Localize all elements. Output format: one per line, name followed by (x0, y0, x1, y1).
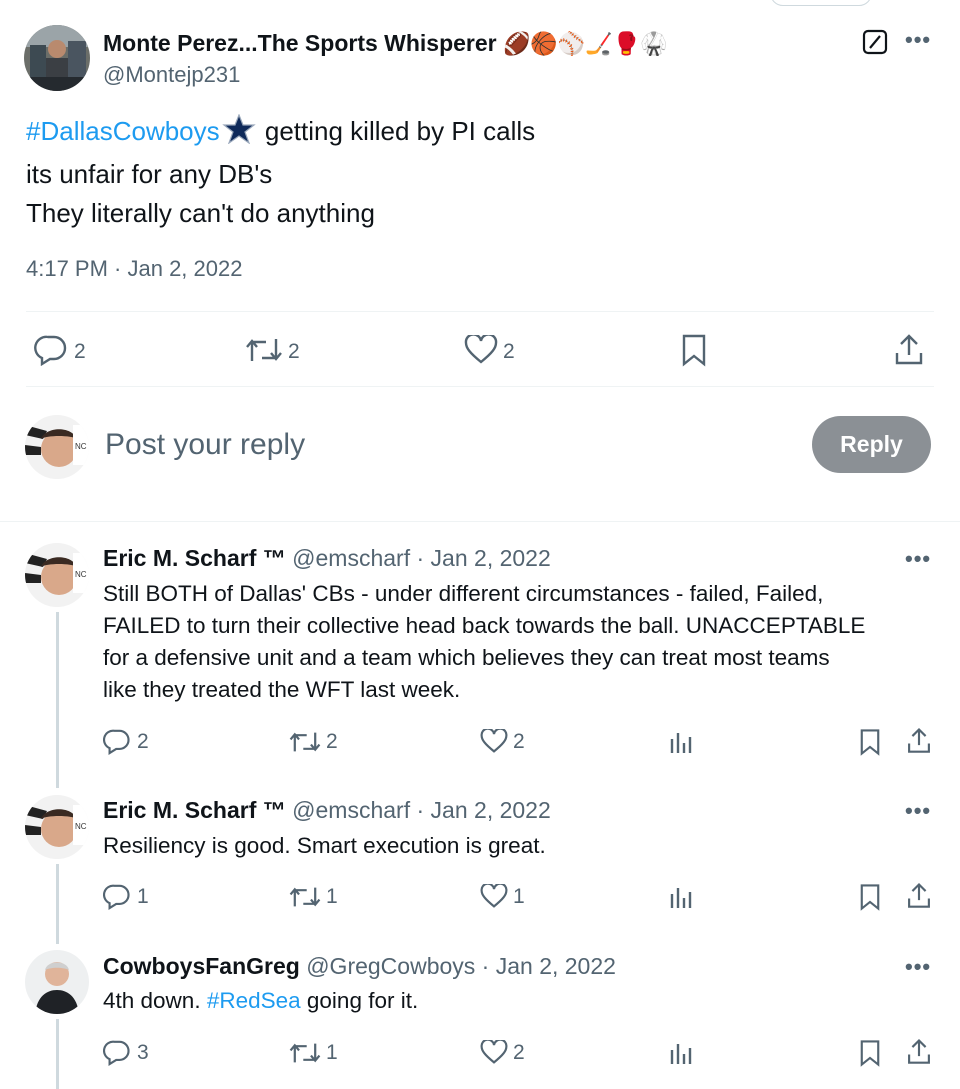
reply-text-line: for a defensive unit and a team which be… (103, 645, 830, 670)
divider (26, 311, 934, 312)
reply-button[interactable]: Reply (812, 416, 931, 473)
speech-bubble-icon[interactable] (103, 728, 131, 755)
more-dots-icon[interactable]: ••• (905, 546, 931, 572)
reply-text-line: FAILED to turn their collective head bac… (103, 613, 866, 638)
section-divider (0, 521, 960, 522)
top-partial-button[interactable] (770, 0, 872, 6)
speech-bubble-icon[interactable] (103, 1039, 131, 1066)
like-count: 2 (513, 1041, 525, 1064)
bar-chart-icon[interactable] (669, 1040, 693, 1066)
speech-bubble-icon[interactable] (34, 334, 68, 366)
share-upload-icon[interactable] (894, 333, 924, 367)
reply-author-name[interactable]: CowboysFanGreg (103, 953, 300, 979)
reply-text-line: Still BOTH of Dallas' CBs - under differ… (103, 581, 824, 606)
author-name[interactable]: Monte Perez...The Sports Whisperer (103, 30, 497, 56)
reply-author-name[interactable]: Eric M. Scharf ™ (103, 545, 286, 571)
star-icon (221, 113, 256, 155)
tweet-timestamp[interactable]: 4:17 PM · Jan 2, 2022 (26, 256, 242, 282)
more-dots-icon[interactable]: ••• (905, 798, 931, 824)
like-count: 2 (513, 730, 525, 753)
author-avatar[interactable] (24, 25, 90, 91)
reply-avatar[interactable]: NC (25, 543, 89, 607)
author-emojis: 🏈🏀⚾🏒🥊🥋 (503, 31, 668, 56)
reply-date[interactable]: · Jan 2, 2022 (417, 797, 551, 823)
hashtag-link[interactable]: #DallasCowboys (26, 116, 220, 146)
repost-count: 2 (288, 340, 300, 363)
more-dots-icon[interactable]: ••• (905, 954, 931, 980)
like-count: 1 (513, 885, 525, 908)
bar-chart-icon[interactable] (669, 884, 693, 910)
tweet-line-2: its unfair for any DB's (26, 159, 273, 189)
reply-count: 2 (137, 730, 149, 753)
reply-date[interactable]: · Jan 2, 2022 (417, 545, 551, 571)
reply-author-handle[interactable]: @emscharf (292, 797, 410, 823)
share-upload-icon[interactable] (906, 1038, 932, 1066)
repost-arrows-icon[interactable] (244, 335, 284, 365)
reply-author-handle[interactable]: @emscharf (292, 545, 410, 571)
svg-text:NC: NC (75, 442, 87, 451)
heart-icon[interactable] (480, 1040, 508, 1065)
heart-icon[interactable] (480, 729, 508, 754)
divider (26, 386, 934, 387)
tweet-line-1: getting killed by PI calls (257, 116, 536, 146)
reply-date[interactable]: · Jan 2, 2022 (482, 953, 616, 979)
reply-avatar[interactable] (25, 950, 89, 1014)
svg-text:NC: NC (75, 822, 87, 831)
grok-icon[interactable] (862, 29, 888, 55)
reply-count: 2 (74, 340, 86, 363)
thread-line (56, 1019, 59, 1089)
speech-bubble-icon[interactable] (103, 883, 131, 910)
share-upload-icon[interactable] (906, 727, 932, 755)
repost-arrows-icon[interactable] (288, 884, 322, 910)
repost-arrows-icon[interactable] (288, 729, 322, 755)
bookmark-icon[interactable] (681, 333, 707, 367)
like-count: 2 (503, 340, 515, 363)
tweet-line-3: They literally can't do anything (26, 198, 375, 228)
heart-icon[interactable] (464, 335, 498, 365)
bar-chart-icon[interactable] (669, 729, 693, 755)
svg-text:NC: NC (75, 570, 87, 579)
reply-count: 3 (137, 1041, 149, 1064)
reply-avatar[interactable]: NC (25, 795, 89, 859)
reply-text: going for it. (300, 988, 419, 1013)
heart-icon[interactable] (480, 884, 508, 909)
repost-count: 1 (326, 885, 338, 908)
reply-composer-input[interactable]: Post your reply (105, 428, 305, 462)
repost-count: 1 (326, 1041, 338, 1064)
reply-author-name[interactable]: Eric M. Scharf ™ (103, 797, 286, 823)
share-upload-icon[interactable] (906, 882, 932, 910)
reply-text-line: like they treated the WFT last week. (103, 677, 461, 702)
bookmark-icon[interactable] (859, 883, 881, 911)
reply-text: Resiliency is good. Smart execution is g… (103, 833, 546, 858)
repost-arrows-icon[interactable] (288, 1040, 322, 1066)
bookmark-icon[interactable] (859, 728, 881, 756)
reply-author-handle[interactable]: @GregCowboys (306, 953, 475, 979)
repost-count: 2 (326, 730, 338, 753)
thread-line (56, 612, 59, 788)
author-handle[interactable]: @Montejp231 (103, 62, 240, 88)
thread-line (56, 864, 59, 944)
reply-count: 1 (137, 885, 149, 908)
reply-text: 4th down. (103, 988, 207, 1013)
bookmark-icon[interactable] (859, 1039, 881, 1067)
more-dots-icon[interactable]: ••• (905, 27, 931, 53)
hashtag-link[interactable]: #RedSea (207, 988, 301, 1013)
user-avatar[interactable]: NC (25, 415, 89, 479)
